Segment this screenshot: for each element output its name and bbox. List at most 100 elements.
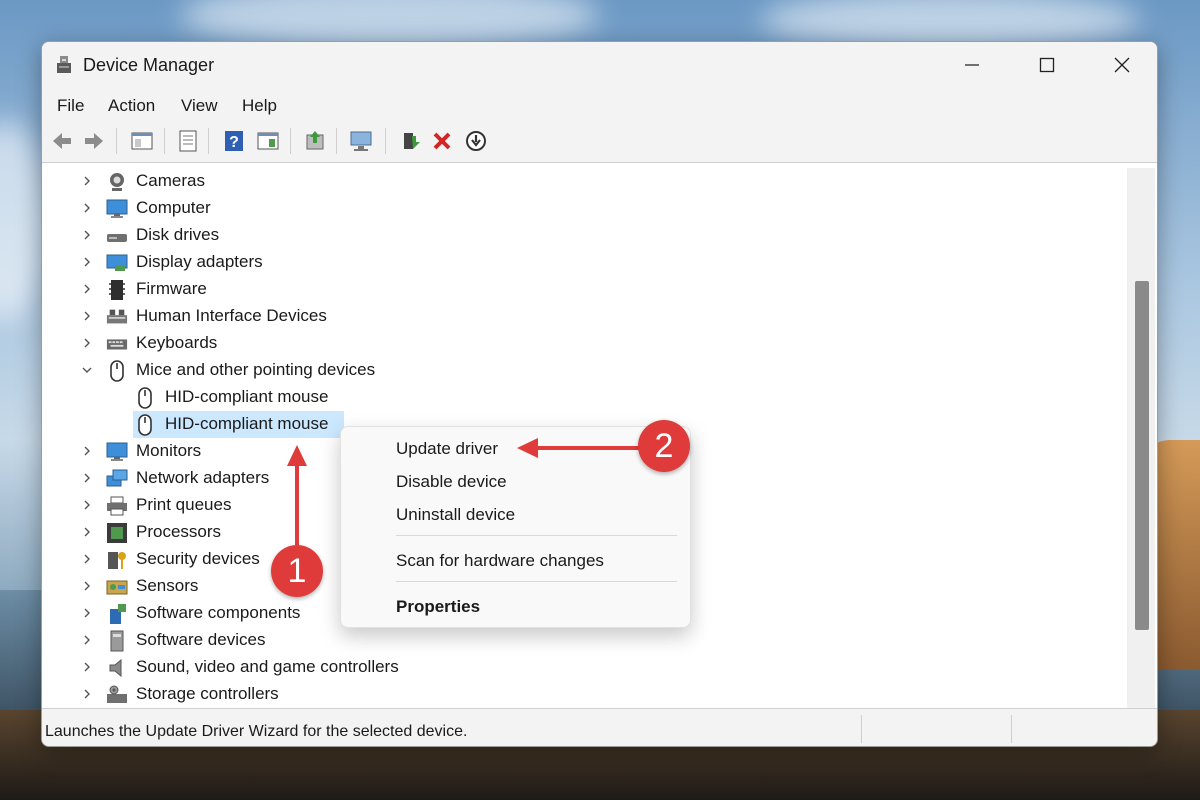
processor-icon	[107, 523, 127, 543]
chevron-right-icon[interactable]	[81, 310, 93, 322]
firmware-icon	[109, 280, 125, 300]
properties-menu-item[interactable]: Properties	[396, 597, 480, 617]
mouse-icon	[138, 414, 152, 436]
hid-icon	[106, 309, 128, 324]
status-text: Launches the Update Driver Wizard for th…	[45, 723, 468, 740]
device-manager-window: Device Manager File Action View Help ? C…	[41, 41, 1158, 747]
back-button[interactable]	[48, 127, 76, 155]
tree-item-label: Display adapters	[136, 252, 263, 271]
tree-item-label: Firmware	[136, 279, 207, 298]
tree-item-label: Human Interface Devices	[136, 306, 327, 325]
tree-item-software-devices[interactable]: Software devices	[45, 627, 1127, 654]
software-device-icon	[110, 630, 124, 652]
minimize-icon	[965, 64, 979, 66]
chevron-right-icon[interactable]	[81, 472, 93, 484]
uninstall-device-menu-item[interactable]: Uninstall device	[396, 505, 515, 525]
chevron-right-icon[interactable]	[81, 688, 93, 700]
scan-hardware-menu-item[interactable]: Scan for hardware changes	[396, 551, 604, 571]
tree-item-label: Monitors	[136, 441, 202, 460]
chevron-right-icon[interactable]	[81, 580, 93, 592]
menu-bar: File Action View Help	[42, 88, 1157, 120]
menu-help[interactable]: Help	[242, 96, 277, 116]
chevron-right-icon[interactable]	[81, 607, 93, 619]
menu-view[interactable]: View	[181, 96, 218, 116]
display-adapter-icon	[106, 254, 128, 271]
tree-item-label: HID-compliant mouse	[165, 414, 329, 433]
tree-item-storage-controllers[interactable]: Storage controllers	[45, 681, 1127, 708]
tree-item-label: Storage controllers	[136, 684, 279, 703]
vertical-scrollbar[interactable]	[1127, 168, 1155, 708]
help-icon: ?	[225, 131, 243, 151]
uninstall-device-button[interactable]	[428, 127, 456, 155]
chevron-right-icon[interactable]	[81, 499, 93, 511]
scrollbar-thumb[interactable]	[1135, 281, 1149, 630]
tree-item-label: Sound, video and game controllers	[136, 657, 399, 676]
disk-drive-icon	[107, 234, 127, 242]
chevron-right-icon[interactable]	[81, 553, 93, 565]
mouse-icon	[138, 387, 152, 409]
tree-item-hid-compliant-mouse-1[interactable]: HID-compliant mouse	[45, 384, 1127, 411]
menu-separator	[396, 535, 677, 536]
tree-item-label: Print queues	[136, 495, 232, 514]
chevron-right-icon[interactable]	[81, 175, 93, 187]
action-pane-button[interactable]	[254, 127, 282, 155]
tree-item-computer[interactable]: Computer	[45, 195, 1127, 222]
tree-item-display-adapters[interactable]: Display adapters	[45, 249, 1127, 276]
software-component-icon	[110, 604, 126, 624]
close-button[interactable]	[1087, 42, 1157, 88]
back-arrow-icon	[53, 133, 71, 149]
help-button[interactable]: ?	[220, 127, 248, 155]
annotation-badge-1: 1	[271, 545, 323, 597]
chevron-right-icon[interactable]	[81, 526, 93, 538]
show-hide-tree-button[interactable]	[128, 127, 156, 155]
maximize-button[interactable]	[1012, 42, 1082, 88]
tree-item-label: Keyboards	[136, 333, 218, 352]
window-title: Device Manager	[83, 55, 215, 75]
scan-hardware-button[interactable]	[347, 127, 375, 155]
enable-device-button[interactable]	[396, 127, 424, 155]
camera-icon	[110, 173, 124, 191]
chevron-right-icon[interactable]	[81, 202, 93, 214]
tree-item-mice[interactable]: Mice and other pointing devices	[45, 357, 1127, 384]
scan-hardware-icon	[350, 131, 372, 151]
disable-device-menu-item[interactable]: Disable device	[396, 472, 507, 492]
tree-item-label: Cameras	[136, 171, 205, 190]
disable-device-button[interactable]	[462, 127, 490, 155]
maximize-icon	[1039, 57, 1055, 73]
tree-item-label: Processors	[136, 522, 222, 541]
chevron-right-icon[interactable]	[81, 634, 93, 646]
update-driver-menu-item[interactable]: Update driver	[396, 439, 498, 459]
mouse-icon	[110, 360, 124, 382]
sensor-icon	[106, 580, 128, 595]
chevron-right-icon[interactable]	[81, 283, 93, 295]
disable-device-icon	[466, 131, 486, 151]
chevron-down-icon[interactable]	[81, 364, 93, 376]
menu-action[interactable]: Action	[108, 96, 155, 116]
storage-controller-icon	[107, 685, 127, 703]
tree-item-firmware[interactable]: Firmware	[45, 276, 1127, 303]
svg-text:?: ?	[229, 134, 239, 151]
uninstall-icon	[433, 132, 451, 150]
tree-item-human-interface-devices[interactable]: Human Interface Devices	[45, 303, 1127, 330]
speaker-icon	[109, 658, 122, 678]
minimize-button[interactable]	[937, 42, 1007, 88]
chevron-right-icon[interactable]	[81, 256, 93, 268]
forward-button[interactable]	[80, 127, 108, 155]
menu-file[interactable]: File	[57, 96, 84, 116]
chevron-right-icon[interactable]	[81, 661, 93, 673]
annotation-badge-2: 2	[638, 420, 690, 472]
tree-item-label: Security devices	[136, 549, 260, 568]
tree-item-keyboards[interactable]: Keyboards	[45, 330, 1127, 357]
tree-item-disk-drives[interactable]: Disk drives	[45, 222, 1127, 249]
chevron-right-icon[interactable]	[81, 229, 93, 241]
properties-button[interactable]	[174, 127, 202, 155]
update-driver-button[interactable]	[301, 127, 329, 155]
chevron-right-icon[interactable]	[81, 445, 93, 457]
close-icon	[1114, 57, 1130, 73]
tree-item-cameras[interactable]: Cameras	[45, 168, 1127, 195]
security-device-icon	[108, 552, 126, 569]
chevron-right-icon[interactable]	[81, 337, 93, 349]
tree-item-sound-video-game-controllers[interactable]: Sound, video and game controllers	[45, 654, 1127, 681]
title-bar[interactable]: Device Manager	[42, 42, 1157, 88]
keyboard-icon	[106, 339, 128, 350]
